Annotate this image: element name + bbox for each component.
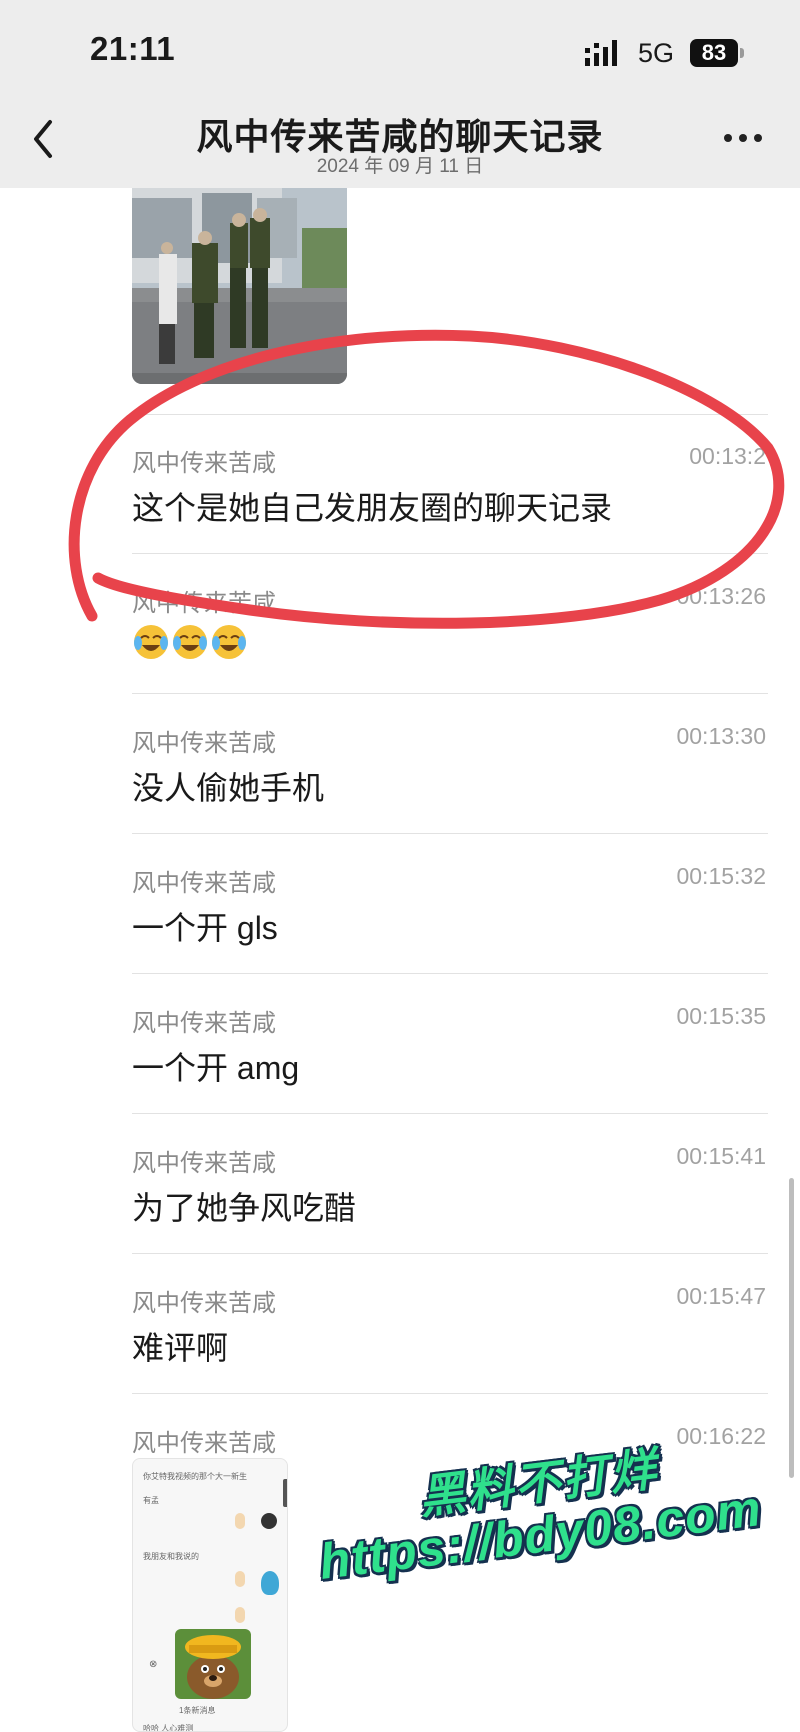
- screenshot-text-line: 你艾特我视频的那个大一新生: [143, 1472, 247, 1481]
- battery-icon: 83: [690, 39, 746, 69]
- bubble-mark: [235, 1571, 245, 1587]
- message-time: 00:13:30: [676, 723, 766, 749]
- emoji-message[interactable]: [132, 623, 249, 666]
- message-sender: 风中传来苦咸: [132, 1430, 276, 1457]
- message-time: 00:13:2: [689, 443, 766, 469]
- battery-level: 83: [690, 39, 738, 67]
- message-sender: 风中传来苦咸: [132, 870, 276, 897]
- message-time: 00:16:22: [676, 1423, 766, 1449]
- message-time: 00:15:41: [676, 1143, 766, 1169]
- message-text[interactable]: 没人偷她手机: [132, 763, 324, 809]
- battery-cap: [740, 48, 744, 58]
- message-divider: [132, 973, 768, 974]
- crying-laughing-emoji-icon: [173, 625, 207, 659]
- screenshot-text-line: 1条新消息: [179, 1706, 216, 1715]
- message-text[interactable]: 一个开 gls: [132, 903, 278, 949]
- photo-message[interactable]: [132, 188, 347, 384]
- screenshot-text-line: 有孟: [143, 1496, 159, 1505]
- message-divider: [132, 833, 768, 834]
- network-type: 5G: [638, 38, 675, 68]
- top-bar: 21:11 5G 83 风中传来苦咸的聊天记录 2024 年 09 月 11 日: [0, 0, 800, 188]
- avatar: [261, 1571, 279, 1595]
- message-divider: [132, 1253, 768, 1254]
- message-time: 00:13:26: [676, 583, 766, 609]
- message-sender: 风中传来苦咸: [132, 590, 276, 617]
- bubble-mark: [235, 1513, 245, 1529]
- crying-laughing-emoji-icon: [134, 625, 168, 659]
- message-time: 00:15:47: [676, 1283, 766, 1309]
- message-text[interactable]: 难评啊: [132, 1323, 228, 1369]
- message-text[interactable]: 这个是她自己发朋友圈的聊天记录: [132, 483, 612, 529]
- bear-sticker-image: [175, 1629, 251, 1699]
- screenshot-icon: ⊗: [149, 1659, 158, 1670]
- screenshot-image-message[interactable]: 你艾特我视频的那个大一新生 有孟 我朋友和我说的 ⊗ 1条新消息 哈哈 人心难测: [132, 1458, 288, 1732]
- status-time: 21:11: [90, 30, 176, 67]
- message-divider: [132, 1113, 768, 1114]
- message-divider: [132, 1393, 768, 1394]
- screenshot-text-line: 哈哈 人心难测: [143, 1724, 194, 1732]
- message-sender: 风中传来苦咸: [132, 1010, 276, 1037]
- message-time: 00:15:32: [676, 863, 766, 889]
- screenshot-text-line: 我朋友和我说的: [143, 1552, 199, 1561]
- screenshot-scroll-handle: [283, 1479, 287, 1507]
- signal-icon: [585, 40, 617, 66]
- more-options-icon[interactable]: [720, 126, 766, 150]
- message-sender: 风中传来苦咸: [132, 1150, 276, 1177]
- message-text[interactable]: 为了她争风吃醋: [132, 1183, 356, 1229]
- message-divider: [132, 414, 768, 415]
- message-divider: [132, 553, 768, 554]
- bubble-mark: [235, 1607, 245, 1623]
- message-sender: 风中传来苦咸: [132, 730, 276, 757]
- chat-date: 2024 年 09 月 11 日: [316, 156, 484, 177]
- message-sender: 风中传来苦咸: [132, 1290, 276, 1317]
- message-text[interactable]: 一个开 amg: [132, 1043, 299, 1089]
- avatar: [261, 1513, 277, 1529]
- message-time: 00:15:35: [676, 1003, 766, 1029]
- message-divider: [132, 693, 768, 694]
- street-scene-image: [132, 188, 347, 384]
- crying-laughing-emoji-icon: [212, 625, 246, 659]
- scrollbar[interactable]: [789, 1178, 794, 1478]
- message-sender: 风中传来苦咸: [132, 450, 276, 477]
- back-arrow-icon[interactable]: [28, 116, 62, 162]
